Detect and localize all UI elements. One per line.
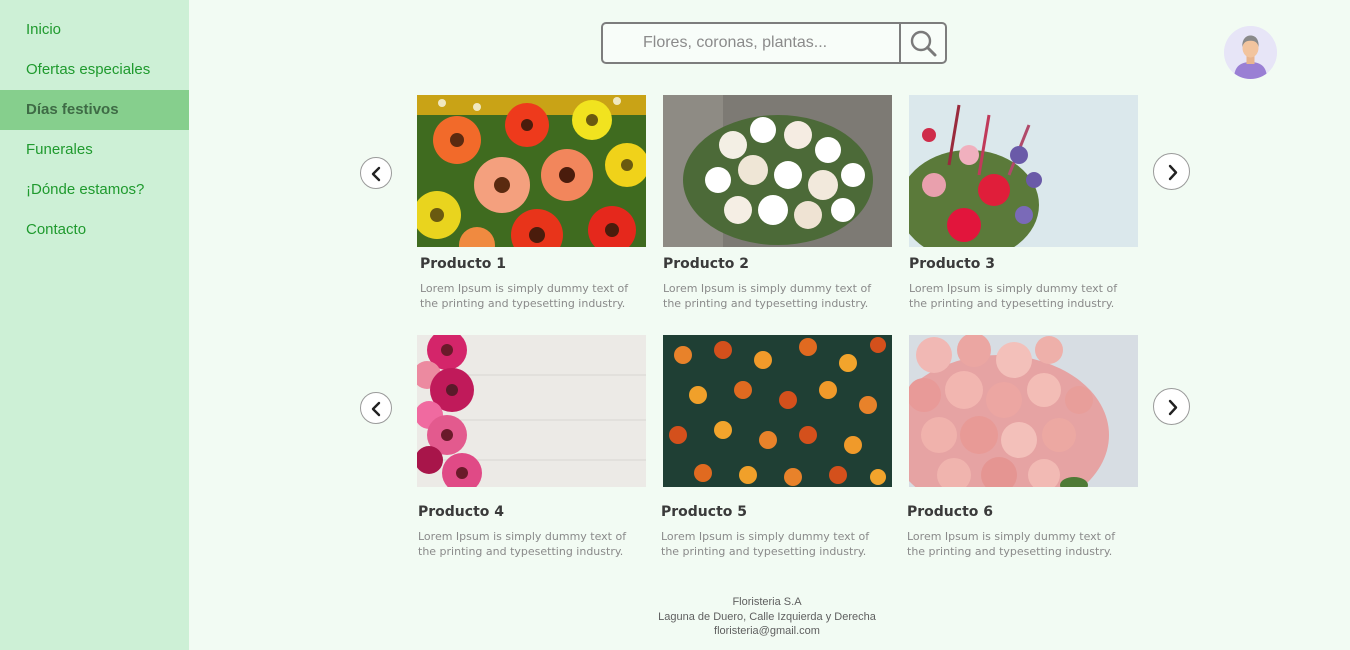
- user-avatar-icon: [1224, 26, 1277, 79]
- footer-company: Floristeria S.A: [732, 596, 802, 608]
- sidebar-item-ofertas-especiales[interactable]: Ofertas especiales: [0, 50, 189, 90]
- product-6-desc: Lorem Ipsum is simply dummy text of the …: [907, 530, 1116, 558]
- product-3-image[interactable]: [909, 95, 1138, 247]
- chevron-left-icon: [371, 166, 381, 182]
- sidebar-item-donde-estamos[interactable]: ¡Dónde estamos?: [0, 170, 189, 210]
- product-3-title[interactable]: Producto 3: [909, 256, 995, 272]
- product-5-desc: Lorem Ipsum is simply dummy text of the …: [661, 530, 870, 558]
- product-2-desc: Lorem Ipsum is simply dummy text of the …: [663, 282, 872, 310]
- product-1-title[interactable]: Producto 1: [420, 256, 506, 272]
- carousel-prev-button-row1[interactable]: [360, 157, 392, 189]
- product-1-desc: Lorem Ipsum is simply dummy text of the …: [420, 282, 629, 310]
- pink-gerberas-on-wood-photo: [417, 335, 646, 487]
- chevron-left-icon: [371, 401, 381, 417]
- sidebar-item-funerales[interactable]: Funerales: [0, 130, 189, 170]
- product-6-image[interactable]: [909, 335, 1138, 487]
- pink-roses-photo: [909, 335, 1138, 487]
- orange-zinnias-photo: [663, 335, 892, 487]
- footer-email: floristeria@gmail.com: [714, 625, 820, 637]
- mixed-bouquet-photo: [909, 95, 1138, 247]
- sidebar-item-dias-festivos[interactable]: Días festivos: [0, 90, 189, 130]
- avatar[interactable]: [1224, 26, 1277, 79]
- product-2-title[interactable]: Producto 2: [663, 256, 749, 272]
- chevron-right-icon: [1168, 399, 1178, 416]
- product-4-title[interactable]: Producto 4: [418, 504, 504, 520]
- sidebar-item-contacto[interactable]: Contacto: [0, 210, 189, 250]
- carousel-prev-button-row2[interactable]: [360, 392, 392, 424]
- carousel-next-button-row2[interactable]: [1153, 388, 1190, 425]
- footer: Floristeria S.A Laguna de Duero, Calle I…: [560, 595, 974, 639]
- product-5-title[interactable]: Producto 5: [661, 504, 747, 520]
- search-bar: [601, 22, 947, 64]
- search-icon: [910, 30, 937, 57]
- white-roses-bouquet-photo: [663, 95, 892, 247]
- product-4-desc: Lorem Ipsum is simply dummy text of the …: [418, 530, 627, 558]
- carousel-next-button-row1[interactable]: [1153, 153, 1190, 190]
- gerbera-mix-photo: [417, 95, 646, 247]
- product-1-image[interactable]: [417, 95, 646, 247]
- chevron-right-icon: [1168, 164, 1178, 181]
- footer-address: Laguna de Duero, Calle Izquierda y Derec…: [658, 610, 876, 623]
- sidebar: Inicio Ofertas especiales Días festivos …: [0, 0, 189, 650]
- product-4-image[interactable]: [417, 335, 646, 487]
- sidebar-item-inicio[interactable]: Inicio: [0, 10, 189, 50]
- product-6-title[interactable]: Producto 6: [907, 504, 993, 520]
- product-3-desc: Lorem Ipsum is simply dummy text of the …: [909, 282, 1118, 310]
- search-input[interactable]: [603, 24, 899, 62]
- product-5-image[interactable]: [663, 335, 892, 487]
- search-button[interactable]: [899, 24, 945, 62]
- product-2-image[interactable]: [663, 95, 892, 247]
